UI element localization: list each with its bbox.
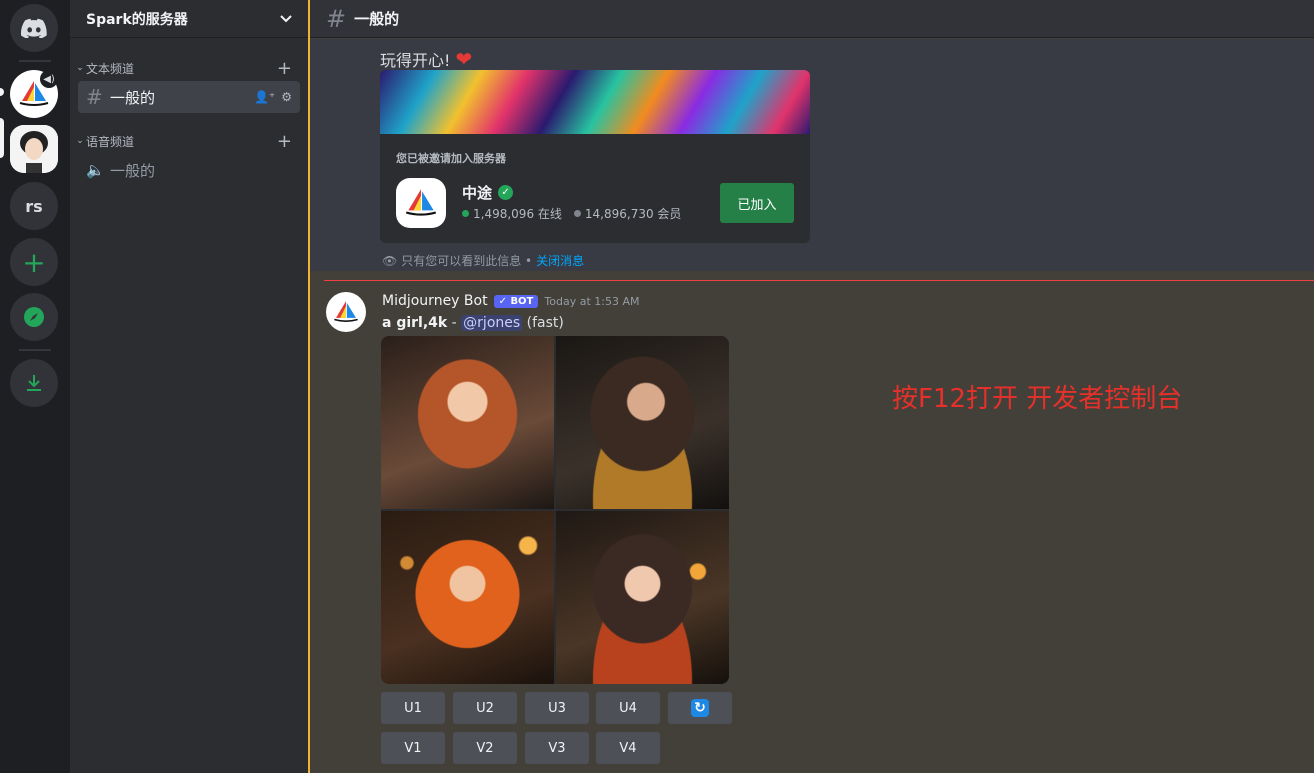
gear-icon[interactable]: ⚙: [281, 90, 292, 104]
invite-stats: 1,498,096 在线 14,896,730 会员: [462, 205, 681, 222]
category-text-channels[interactable]: ⌄ 文本频道 +: [74, 58, 292, 79]
server-header[interactable]: Spark的服务器: [70, 0, 308, 38]
prompt-line: a girl,4k - @rjones (fast): [382, 315, 564, 331]
variation-button-4[interactable]: V4: [596, 732, 660, 764]
online-count: 1,498,096 在线: [473, 207, 562, 221]
author-name[interactable]: Midjourney Bot: [382, 293, 488, 309]
chevron-down-icon: ⌄: [76, 63, 84, 73]
variation-button-1[interactable]: V1: [381, 732, 445, 764]
category-voice-channels[interactable]: ⌄ 语音频道 +: [74, 131, 292, 152]
sailboat-icon: [334, 301, 358, 322]
channel-title: 一般的: [354, 10, 400, 28]
joined-button[interactable]: 已加入: [720, 183, 794, 223]
channel-item-general-text[interactable]: # 一般的 👤⁺ ⚙: [78, 81, 300, 113]
invite-server-icon: [396, 178, 446, 228]
channel-sidebar: Spark的服务器 ⌄ 文本频道 + # 一般的 👤⁺ ⚙ ⌄ 语音频道 + 🔈…: [70, 0, 308, 773]
upscale-button-2[interactable]: U2: [453, 692, 517, 724]
rail-separator: [19, 349, 51, 351]
server-invite-embed: 您已被邀请加入服务器 中途 ✓ 1,498,096 在线 14,896,730 …: [380, 70, 810, 243]
server-name: Spark的服务器: [86, 11, 188, 28]
invite-server-name: 中途 ✓: [462, 182, 514, 203]
download-apps-button[interactable]: [10, 359, 58, 407]
ephemeral-notice-text: 只有您可以看到此信息 •: [401, 254, 533, 268]
upscale-button-3[interactable]: U3: [525, 692, 589, 724]
generated-image-4: [556, 511, 729, 684]
annotation-text: 按F12打开 开发者控制台: [892, 384, 1183, 414]
image-grid[interactable]: [381, 336, 729, 684]
discord-logo-icon: [21, 18, 47, 38]
dismiss-message-link[interactable]: 关闭消息: [536, 252, 584, 269]
bot-tag: ✓ BOT: [493, 294, 539, 308]
generated-image-2: [556, 336, 729, 509]
chat-area: # 一般的 玩得开心! ❤ 您已被邀请加入服务器 中途 ✓ 1,498,096 …: [308, 0, 1314, 773]
channel-header: # 一般的: [310, 0, 1314, 38]
timestamp: Today at 1:53 AM: [544, 294, 640, 308]
home-button[interactable]: [10, 4, 58, 52]
category-label: 语音频道: [86, 134, 135, 149]
generated-image-1: [381, 336, 554, 509]
prompt-separator: -: [447, 315, 462, 331]
members-dot: [573, 210, 581, 217]
category-label: 文本频道: [86, 61, 135, 76]
create-channel-icon[interactable]: +: [277, 131, 292, 152]
server-rs-label: rs: [25, 196, 43, 216]
ephemeral-notice: 👁 只有您可以看到此信息 • 关闭消息: [382, 252, 584, 269]
hashtag-icon: #: [326, 4, 347, 33]
online-dot: [462, 210, 469, 217]
speaker-icon: 🔈: [86, 161, 105, 179]
plus-icon: +: [22, 245, 46, 279]
server-name-text: 中途: [462, 184, 493, 202]
generated-image-3: [381, 511, 554, 684]
variation-button-3[interactable]: V3: [525, 732, 589, 764]
new-messages-divider: [324, 280, 1314, 281]
message-header: Midjourney Bot ✓ BOT Today at 1:53 AM: [382, 293, 639, 309]
server-avatar[interactable]: [10, 125, 58, 173]
generation-mode: (fast): [522, 315, 564, 331]
add-server-button[interactable]: +: [10, 238, 58, 286]
member-count: 14,896,730 会员: [584, 207, 682, 221]
selected-server-pill: [0, 118, 4, 158]
unread-server-pill: [0, 88, 4, 96]
rail-separator: [19, 60, 51, 62]
download-icon: [27, 375, 41, 391]
verified-icon: ✓: [498, 185, 514, 200]
prompt-text: a girl,4k: [382, 315, 448, 331]
variation-button-2[interactable]: V2: [453, 732, 517, 764]
bot-avatar[interactable]: [326, 292, 366, 332]
message-content: 玩得开心!: [380, 51, 451, 70]
server-rail: ◀) rs +: [0, 0, 70, 773]
invite-user-icon[interactable]: 👤⁺: [254, 90, 275, 104]
channel-label: 一般的: [110, 88, 156, 107]
speaker-icon: ◀): [40, 70, 58, 88]
compass-icon: [24, 307, 44, 327]
explore-button[interactable]: [10, 293, 58, 341]
hashtag-icon: #: [86, 85, 103, 109]
message-text: 玩得开心! ❤: [380, 47, 472, 71]
channel-label: 一般的: [110, 161, 156, 180]
invite-title: 您已被邀请加入服务器: [396, 152, 506, 165]
upscale-button-4[interactable]: U4: [596, 692, 660, 724]
channel-item-general-voice[interactable]: 🔈 一般的: [78, 154, 300, 186]
upscale-button-1[interactable]: U1: [381, 692, 445, 724]
avatar: [10, 125, 58, 173]
reroll-button[interactable]: ↻: [668, 692, 732, 724]
refresh-icon: ↻: [691, 699, 709, 717]
sailboat-icon: [405, 189, 437, 216]
eye-icon: 👁: [382, 253, 398, 268]
create-channel-icon[interactable]: +: [277, 58, 292, 79]
chevron-down-icon: [280, 14, 292, 22]
chevron-down-icon: ⌄: [76, 136, 84, 146]
user-mention[interactable]: @rjones: [461, 315, 523, 331]
server-rs[interactable]: rs: [10, 182, 58, 230]
heart-icon: ❤: [455, 47, 473, 71]
invite-banner-image: [380, 70, 810, 134]
